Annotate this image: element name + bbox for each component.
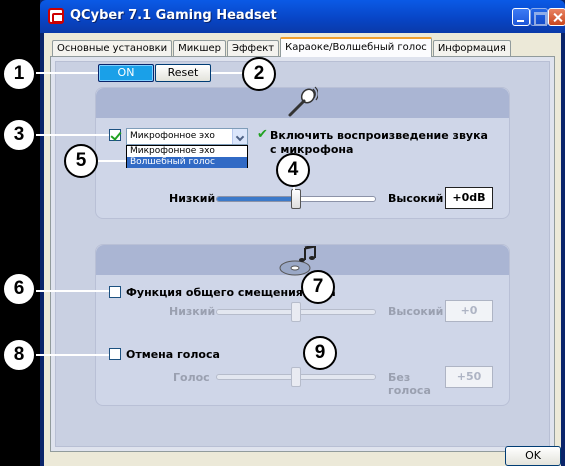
pitch-thumb[interactable] xyxy=(291,302,301,322)
voice-cancel-thumb[interactable] xyxy=(291,367,301,387)
dropdown-option-echo[interactable]: Микрофонное эхо xyxy=(127,146,247,157)
title-bar[interactable]: QCyber 7.1 Gaming Headset xyxy=(40,0,565,33)
close-button[interactable] xyxy=(548,8,565,26)
checkmark-icon: ✔ xyxy=(257,127,268,142)
tab-karaoke[interactable]: Караоке/Волшебный голос xyxy=(280,37,432,57)
callout-7: 7 xyxy=(301,270,335,304)
pitch-shift-checkbox[interactable] xyxy=(109,286,121,298)
microphone-icon xyxy=(288,86,318,117)
callout-4: 4 xyxy=(276,153,310,187)
callout-5: 5 xyxy=(64,144,98,178)
pitch-high-label: Высокий xyxy=(388,305,444,318)
voice-cancel-low-label: Голос xyxy=(173,371,210,384)
callout-9: 9 xyxy=(303,336,337,370)
voice-cancel-high-label: Без xyxy=(388,371,411,384)
window-title: QCyber 7.1 Gaming Headset xyxy=(70,8,277,23)
mic-level-low-label: Низкий xyxy=(169,192,216,205)
mode-dropdown-list: Микрофонное эхо Волшебный голос xyxy=(126,145,248,168)
voice-cancel-value: +50 xyxy=(445,366,493,388)
callout-leader-1 xyxy=(36,72,98,74)
tab-effect[interactable]: Эффект xyxy=(226,40,280,57)
voice-cancel-high-label-line2: голоса xyxy=(388,384,431,397)
playback-label: Включить воспроизведение звука xyxy=(270,129,488,142)
pitch-value: +0 xyxy=(445,300,493,322)
voice-cancel-checkbox[interactable] xyxy=(109,348,121,360)
tab-info[interactable]: Информация xyxy=(432,40,511,57)
mic-level-slider[interactable] xyxy=(216,189,376,209)
mic-level-thumb[interactable] xyxy=(291,189,301,209)
callout-3: 3 xyxy=(2,118,36,152)
mode-select[interactable]: Микрофонное эхо xyxy=(126,128,248,145)
maximize-button[interactable] xyxy=(530,8,548,26)
mode-select-value: Микрофонное эхо xyxy=(130,131,215,141)
pitch-low-label: Низкий xyxy=(169,305,216,318)
reset-button[interactable]: Reset xyxy=(155,64,211,82)
mic-level-value: +0dB xyxy=(445,187,493,209)
on-button[interactable]: ON xyxy=(98,64,154,82)
callout-1: 1 xyxy=(2,57,36,91)
tab-mixer[interactable]: Микшер xyxy=(173,40,226,57)
chevron-down-icon[interactable] xyxy=(232,129,247,144)
minimize-button[interactable] xyxy=(512,8,530,26)
callout-8: 8 xyxy=(2,338,36,372)
pitch-slider[interactable] xyxy=(216,302,376,322)
callout-leader-5 xyxy=(96,160,126,162)
voice-cancel-slider[interactable] xyxy=(216,367,376,387)
tab-bar: Основные установки Микшер Эффект Караоке… xyxy=(52,37,512,57)
dropdown-option-magic-voice[interactable]: Волшебный голос xyxy=(127,157,247,168)
callout-2: 2 xyxy=(242,57,276,91)
mic-level-fill xyxy=(217,197,296,201)
mic-level-high-label: Высокий xyxy=(388,192,444,205)
playback-label-line2: с микрофона xyxy=(270,143,354,156)
app-logo-icon xyxy=(48,8,64,24)
callout-leader-3 xyxy=(36,134,109,136)
tab-basic-settings[interactable]: Основные установки xyxy=(52,40,173,57)
callout-leader-6 xyxy=(36,290,109,292)
ok-button[interactable]: OK xyxy=(505,446,561,466)
callout-leader-8 xyxy=(36,354,109,356)
callout-6: 6 xyxy=(2,272,36,306)
voice-cancel-label: Отмена голоса xyxy=(126,348,220,361)
mode-checkbox[interactable] xyxy=(109,129,121,141)
